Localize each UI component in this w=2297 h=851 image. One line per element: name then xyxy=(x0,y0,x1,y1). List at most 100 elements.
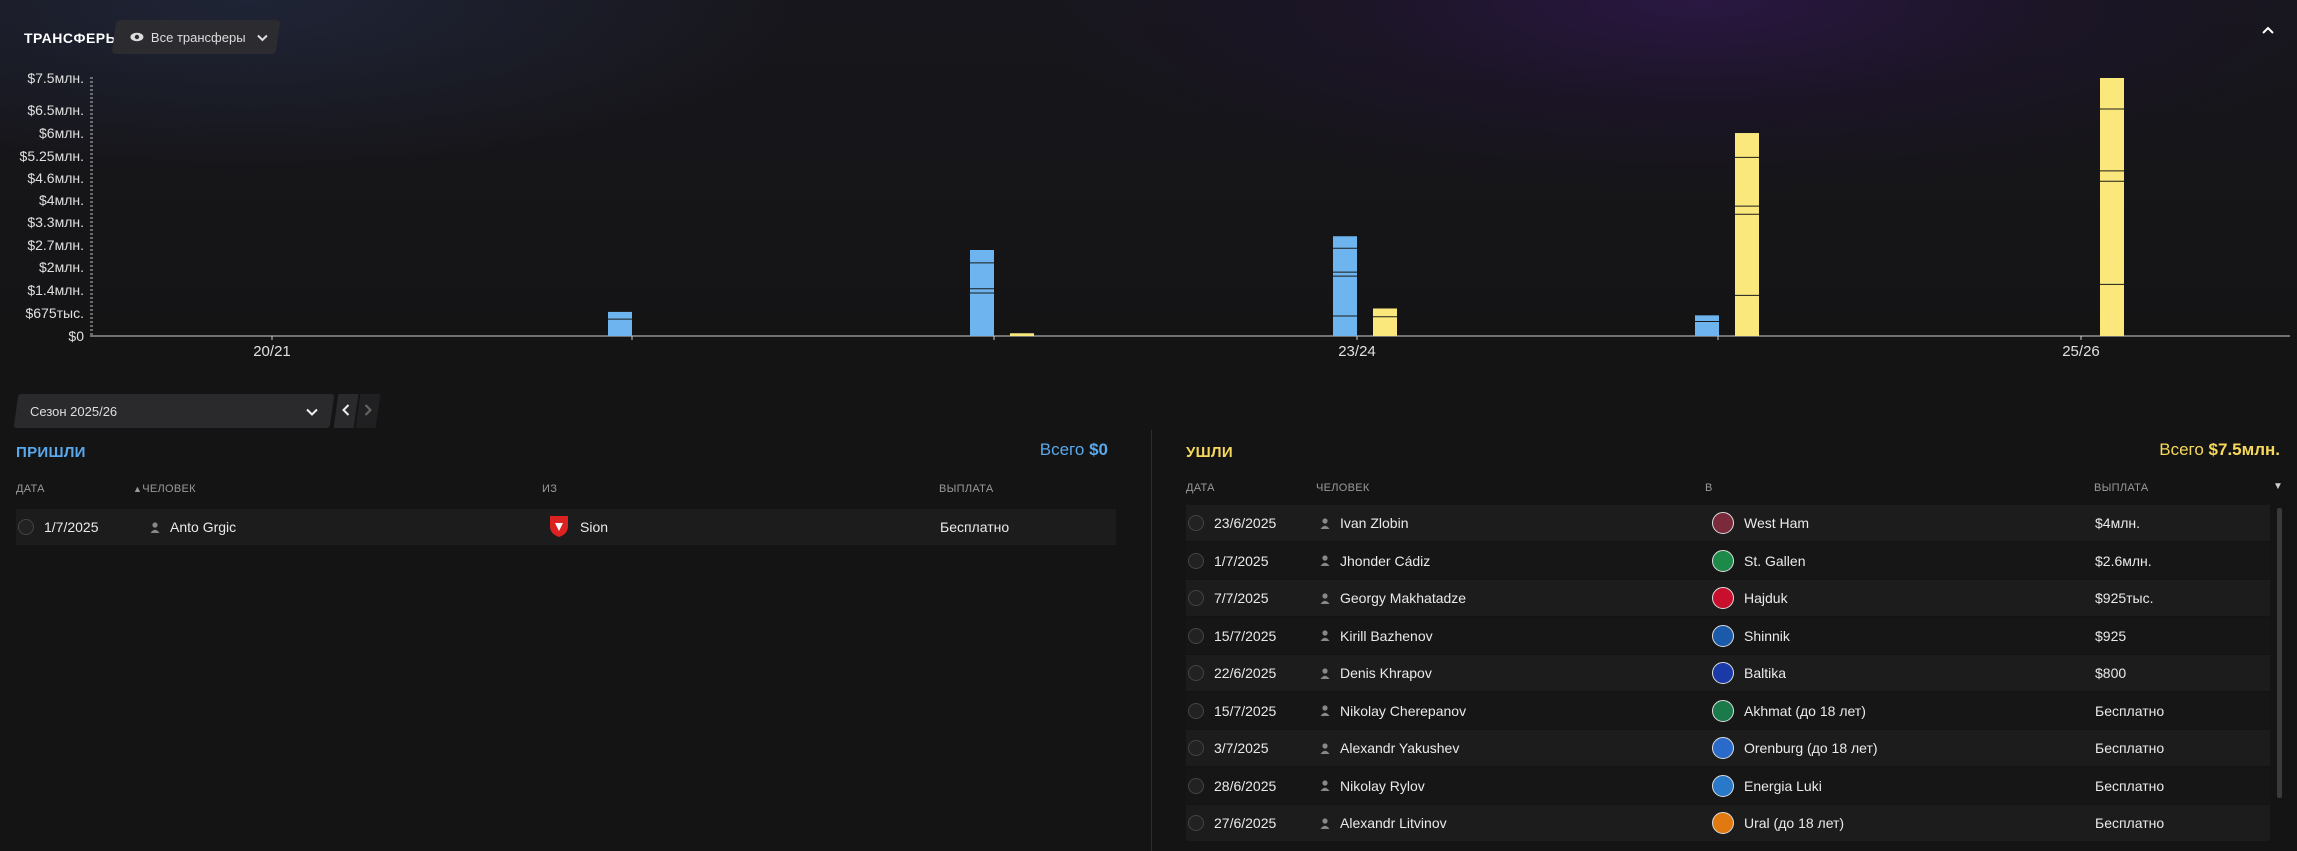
outgoing-row[interactable]: 1/7/2025 Jhonder Cádiz St. Gallen $2.6млн. xyxy=(1186,542,2270,579)
outgoing-person[interactable]: Kirill Bazhenov xyxy=(1340,628,1433,644)
outgoing-row[interactable]: 22/6/2025 Denis Khrapov Baltika $800 xyxy=(1186,655,2270,691)
outgoing-fee: $925 xyxy=(2095,627,2127,644)
chevron-right-icon xyxy=(364,403,372,419)
outgoing-person[interactable]: Alexandr Litvinov xyxy=(1340,815,1447,831)
check-icon xyxy=(1188,665,1204,681)
person-icon xyxy=(1320,630,1330,641)
outgoing-date: 28/6/2025 xyxy=(1214,777,1277,794)
season-dropdown[interactable]: Сезон 2025/26 xyxy=(13,394,335,428)
outgoing-club[interactable]: Energia Luki xyxy=(1744,778,1822,794)
outgoing-club[interactable]: Hajduk xyxy=(1744,590,1788,606)
chevron-down-icon xyxy=(256,30,268,45)
outgoing-club[interactable]: Baltika xyxy=(1744,665,1786,681)
outgoing-col-person[interactable]: ЧЕЛОВЕК xyxy=(1316,482,1370,494)
outgoing-person[interactable]: Nikolay Cherepanov xyxy=(1340,703,1466,719)
chart-bar[interactable] xyxy=(1010,333,1034,336)
chart-bar[interactable] xyxy=(2100,78,2124,336)
outgoing-club[interactable]: Akhmat (до 18 лет) xyxy=(1744,703,1866,719)
outgoing-row[interactable]: 15/7/2025 Kirill Bazhenov Shinnik $925 xyxy=(1186,617,2270,654)
chart-bar[interactable] xyxy=(1333,236,1357,336)
chevron-left-icon xyxy=(342,403,350,419)
scrollbar[interactable] xyxy=(2277,508,2282,798)
outgoing-date: 22/6/2025 xyxy=(1214,665,1277,681)
club-badge-icon xyxy=(1712,512,1734,534)
outgoing-row[interactable]: 3/7/2025 Alexandr Yakushev Orenburg (до 18… xyxy=(1186,730,2270,766)
outgoing-fee: Бесплатно xyxy=(2095,777,2165,794)
prev-season-button[interactable] xyxy=(333,394,359,428)
incoming-total-label: Всего xyxy=(1039,440,1085,459)
outgoing-col-fee[interactable]: ВЫПЛАТА xyxy=(2094,482,2148,494)
season-label: Сезон 2025/26 xyxy=(30,403,118,419)
outgoing-club[interactable]: West Ham xyxy=(1744,515,1809,531)
outgoing-person[interactable]: Ivan Zlobin xyxy=(1340,515,1408,531)
club-badge-icon xyxy=(1712,774,1734,797)
club-badge-icon xyxy=(1712,587,1734,609)
y-tick-label: $6.5млн. xyxy=(27,102,84,118)
outgoing-date: 27/6/2025 xyxy=(1214,815,1277,831)
x-tick-label: 20/21 xyxy=(253,343,291,360)
y-tick-label: $3.3млн. xyxy=(27,214,84,230)
next-season-button[interactable] xyxy=(355,394,381,428)
outgoing-fee: Бесплатно xyxy=(2095,702,2165,719)
chart-bar[interactable] xyxy=(1735,133,1759,336)
incoming-row[interactable]: 1/7/2025 Anto Grgic Sion Бесплатно xyxy=(16,509,1116,545)
x-tick-label: 25/26 xyxy=(2062,343,2100,360)
outgoing-date: 1/7/2025 xyxy=(1214,552,1269,569)
outgoing-date: 7/7/2025 xyxy=(1214,590,1269,606)
person-icon xyxy=(1320,592,1330,604)
y-tick-label: $4.6млн. xyxy=(27,170,84,186)
person-icon xyxy=(1320,742,1330,754)
sort-desc-icon[interactable]: ▼ xyxy=(2273,481,2283,492)
check-icon xyxy=(1188,702,1204,719)
chart-bar[interactable] xyxy=(1695,315,1719,336)
y-tick-label: $4млн. xyxy=(39,192,84,208)
x-tick-label: 23/24 xyxy=(1338,343,1376,360)
club-badge-icon xyxy=(1712,812,1734,834)
outgoing-date: 3/7/2025 xyxy=(1214,740,1269,756)
incoming-club[interactable]: Sion xyxy=(580,519,608,535)
incoming-person[interactable]: Anto Grgic xyxy=(170,519,236,535)
outgoing-row[interactable]: 28/6/2025 Nikolay Rylov Energia Luki Беспла… xyxy=(1186,767,2270,804)
outgoing-total: Всего $7.5млн. xyxy=(2159,440,2280,460)
outgoing-club[interactable]: Orenburg (до 18 лет) xyxy=(1744,740,1878,756)
transfers-chart: $7.5млн. $6.5млн. $6млн. $5.25млн. $4.6млн. $… xyxy=(20,70,2290,360)
outgoing-club[interactable]: Shinnik xyxy=(1744,628,1790,644)
outgoing-row[interactable]: 15/7/2025 Nikolay Cherepanov Akhmat (до 18… xyxy=(1186,692,2270,729)
outgoing-person[interactable]: Denis Khrapov xyxy=(1340,665,1432,681)
chart-bar[interactable] xyxy=(1373,308,1397,336)
sort-asc-icon: ▲ xyxy=(133,484,143,494)
page-title: ТРАНСФЕРЫ xyxy=(24,30,120,46)
transfer-filter-dropdown[interactable]: Все трансферы xyxy=(111,20,281,54)
outgoing-col-date[interactable]: ДАТА xyxy=(1186,482,1215,494)
outgoing-club[interactable]: Ural (до 18 лет) xyxy=(1744,815,1844,831)
check-icon xyxy=(1188,777,1204,794)
check-icon xyxy=(1188,740,1204,756)
outgoing-row[interactable]: 7/7/2025 Georgy Makhatadze Hajduk $925тыс. xyxy=(1186,580,2270,616)
outgoing-title: УШЛИ xyxy=(1186,444,1233,461)
check-icon xyxy=(1188,552,1204,569)
sion-badge-icon xyxy=(548,514,570,541)
collapse-chevron-up-icon[interactable] xyxy=(2257,22,2279,44)
outgoing-person[interactable]: Georgy Makhatadze xyxy=(1340,590,1466,606)
club-badge-icon xyxy=(1712,737,1734,759)
chart-bar[interactable] xyxy=(608,311,632,336)
outgoing-row[interactable]: 27/6/2025 Alexandr Litvinov Ural (до 18 ле… xyxy=(1186,805,2270,841)
incoming-col-from[interactable]: ИЗ xyxy=(542,483,557,495)
incoming-col-date[interactable]: ДАТА xyxy=(16,483,45,495)
outgoing-person[interactable]: Jhonder Cádiz xyxy=(1340,553,1430,569)
outgoing-fee: Бесплатно xyxy=(2095,815,2165,831)
person-icon xyxy=(1320,817,1330,829)
club-badge-icon xyxy=(1712,624,1734,647)
outgoing-person[interactable]: Nikolay Rylov xyxy=(1340,778,1425,794)
check-icon xyxy=(1188,627,1204,644)
person-icon xyxy=(1320,555,1330,566)
club-badge-icon xyxy=(1712,549,1734,572)
incoming-col-fee[interactable]: ВЫПЛАТА xyxy=(939,483,993,495)
incoming-col-person-label: ЧЕЛОВЕК xyxy=(142,483,196,495)
outgoing-club[interactable]: St. Gallen xyxy=(1744,553,1805,569)
outgoing-row[interactable]: 23/6/2025 Ivan Zlobin West Ham $4млн. xyxy=(1186,505,2270,541)
incoming-col-person[interactable]: ▲ЧЕЛОВЕК xyxy=(133,483,196,495)
outgoing-col-to[interactable]: В xyxy=(1705,482,1713,494)
outgoing-fee: $925тыс. xyxy=(2095,590,2154,606)
outgoing-person[interactable]: Alexandr Yakushev xyxy=(1340,740,1459,756)
